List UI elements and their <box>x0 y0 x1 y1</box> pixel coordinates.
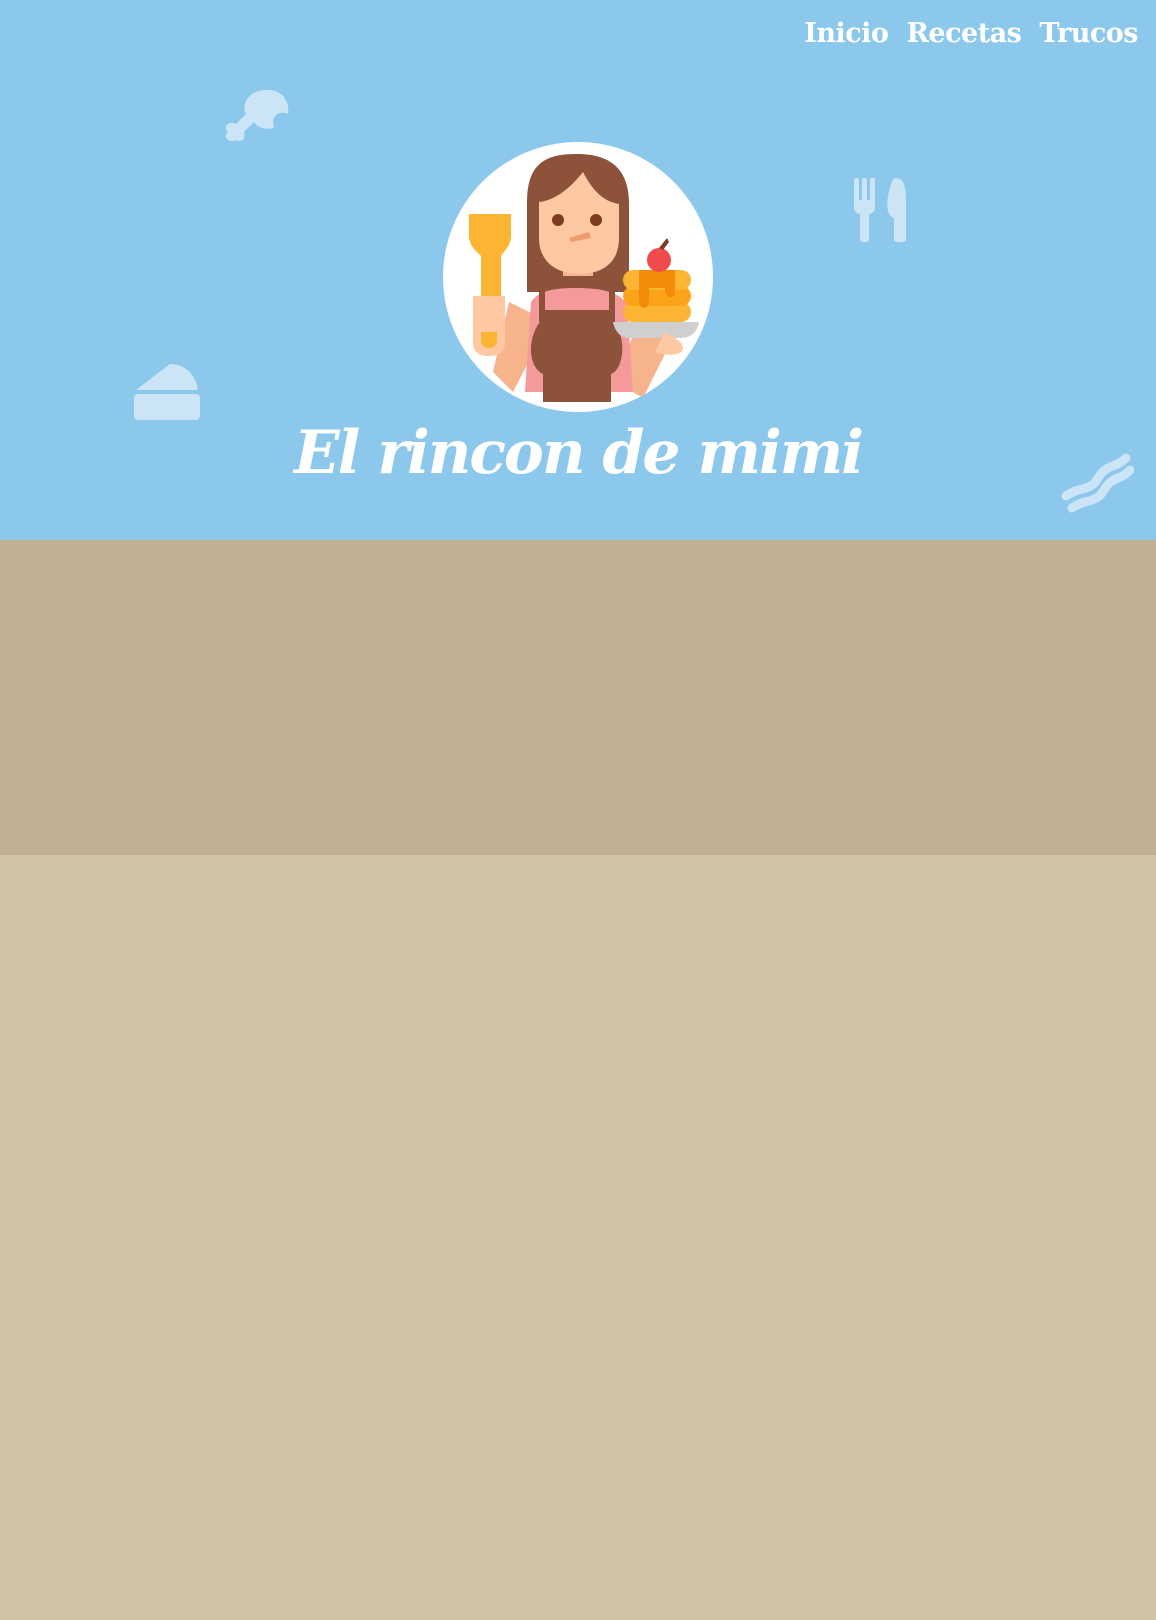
top-nav: Inicio Recetas Trucos <box>804 18 1138 49</box>
nav-inicio[interactable]: Inicio <box>804 18 889 49</box>
site-title: El rincon de mimi <box>293 418 864 488</box>
content-band-2 <box>0 855 1156 1620</box>
chef-avatar-icon <box>469 154 699 402</box>
hero-header: Inicio Recetas Trucos El rincon de mimi <box>0 0 1156 540</box>
nav-recetas[interactable]: Recetas <box>906 18 1021 49</box>
nav-trucos[interactable]: Trucos <box>1039 18 1138 49</box>
chicken-leg-icon <box>225 90 289 142</box>
fork-knife-icon <box>854 178 906 243</box>
chef-avatar <box>443 142 713 412</box>
cake-slice-icon <box>134 364 200 420</box>
content-band-1 <box>0 540 1156 855</box>
